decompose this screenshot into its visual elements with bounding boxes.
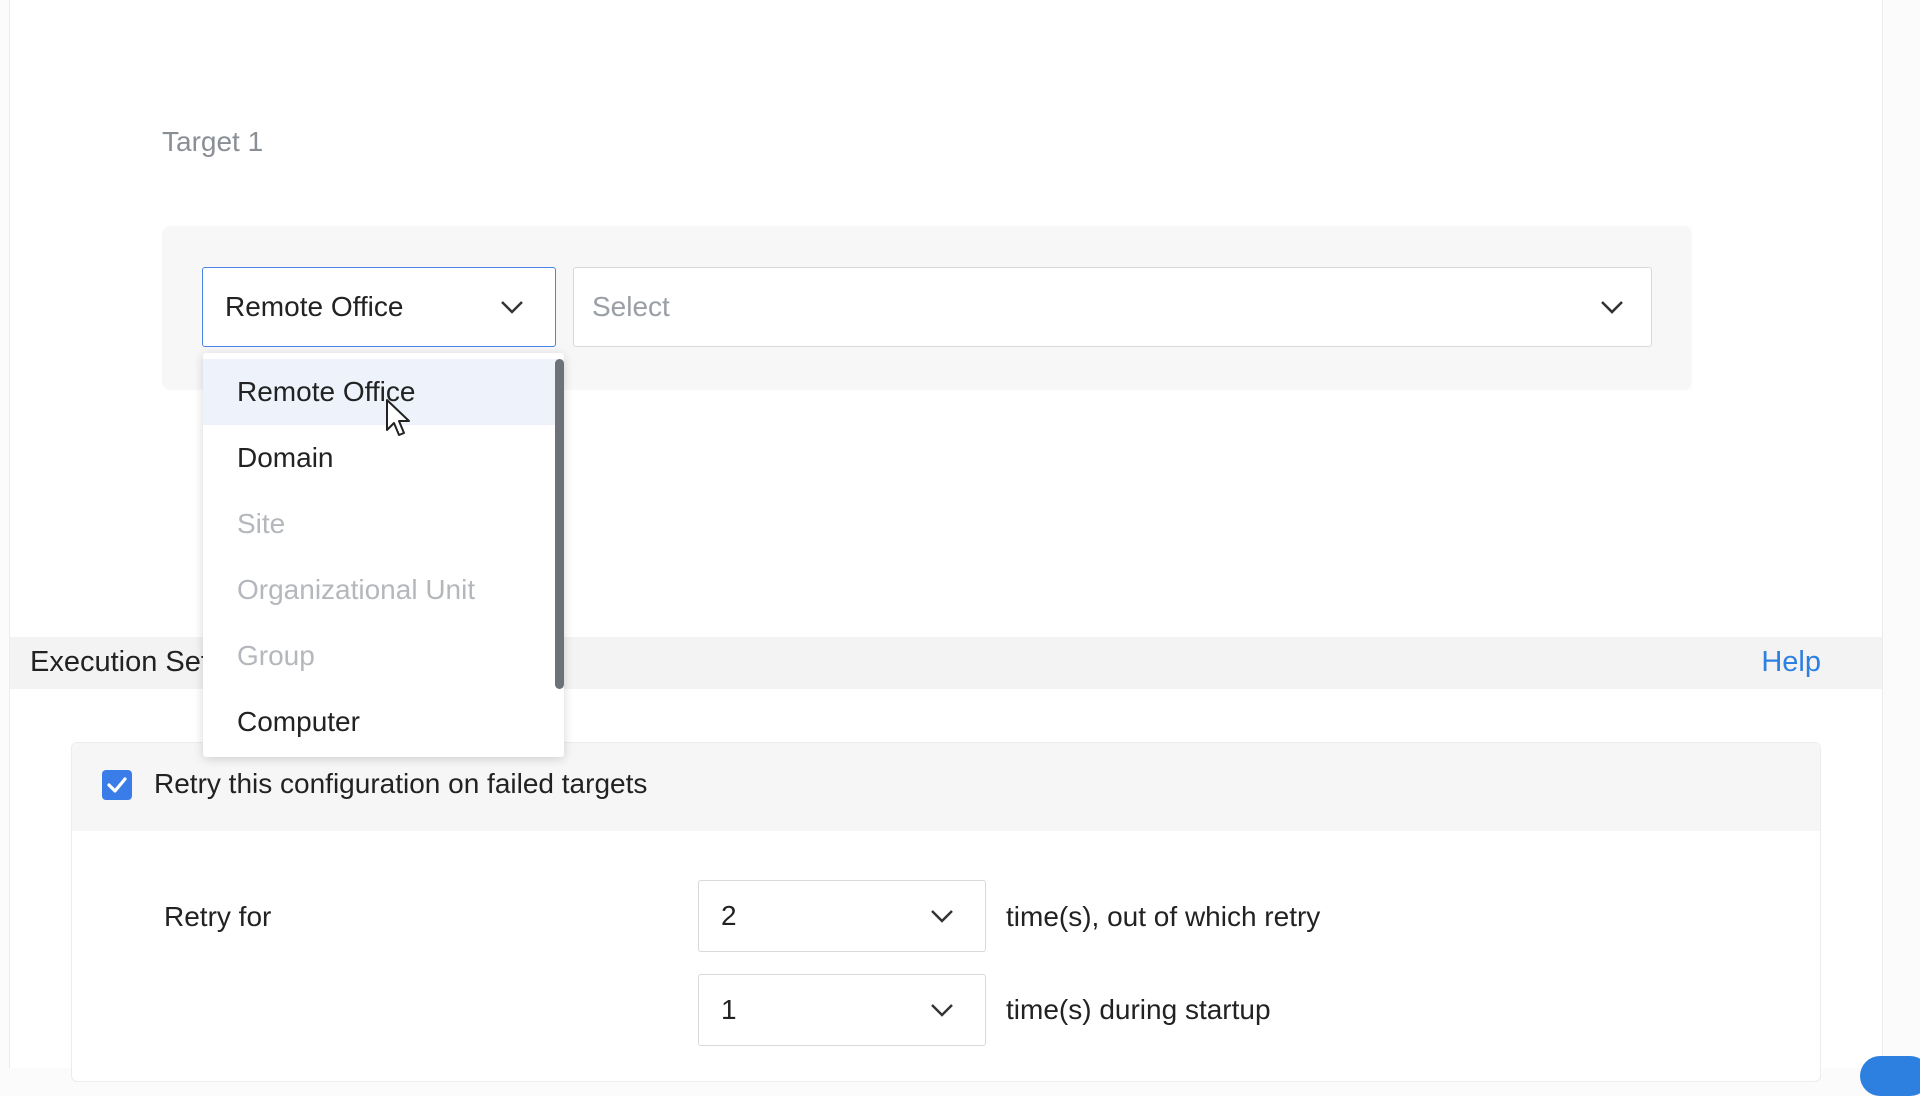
target-type-select[interactable]: Remote Office: [202, 267, 556, 347]
startup-count-select[interactable]: 1: [698, 974, 986, 1046]
startup-count-suffix: time(s) during startup: [1006, 994, 1271, 1025]
startup-count-value: 1: [721, 994, 737, 1025]
chevron-down-icon: [931, 910, 953, 923]
retry-count-suffix: time(s), out of which retry: [1006, 901, 1321, 932]
retry-checkbox-label: Retry this configuration on failed targe…: [154, 768, 648, 799]
chevron-down-icon: [501, 301, 523, 314]
dropdown-option-domain[interactable]: Domain: [203, 425, 564, 491]
mouse-pointer-icon: [386, 399, 410, 436]
dropdown-option-computer[interactable]: Computer: [203, 689, 564, 755]
retry-count-value: 2: [721, 900, 737, 931]
dropdown-option-site: Site: [237, 508, 286, 539]
retry-checkbox[interactable]: [102, 770, 132, 800]
chat-bubble-icon[interactable]: [1860, 1056, 1920, 1096]
target-type-dropdown-menu: Remote Office Domain Site Organizational…: [203, 353, 564, 757]
dropdown-option-remote-office[interactable]: Remote Office: [203, 359, 564, 425]
target-type-select-value: Remote Office: [225, 291, 404, 322]
dropdown-option-organizational-unit: Organizational Unit: [237, 574, 476, 605]
page: Target 1 Remote Office Select Execution …: [9, 0, 1883, 1082]
dropdown-scrollbar[interactable]: [555, 359, 564, 689]
target-label: Target 1: [162, 126, 264, 157]
target-value-select[interactable]: Select: [573, 267, 1652, 347]
execution-settings-panel: Retry this configuration on failed targe…: [71, 742, 1821, 1082]
chevron-down-icon: [931, 1004, 953, 1017]
retry-for-label: Retry for: [164, 901, 272, 932]
retry-count-select[interactable]: 2: [698, 880, 986, 952]
help-link[interactable]: Help: [1761, 646, 1821, 679]
chevron-down-icon: [1601, 301, 1623, 314]
target-value-select-placeholder: Select: [592, 291, 670, 322]
dropdown-option-group: Group: [237, 640, 315, 671]
checkmark-icon: [107, 777, 127, 793]
